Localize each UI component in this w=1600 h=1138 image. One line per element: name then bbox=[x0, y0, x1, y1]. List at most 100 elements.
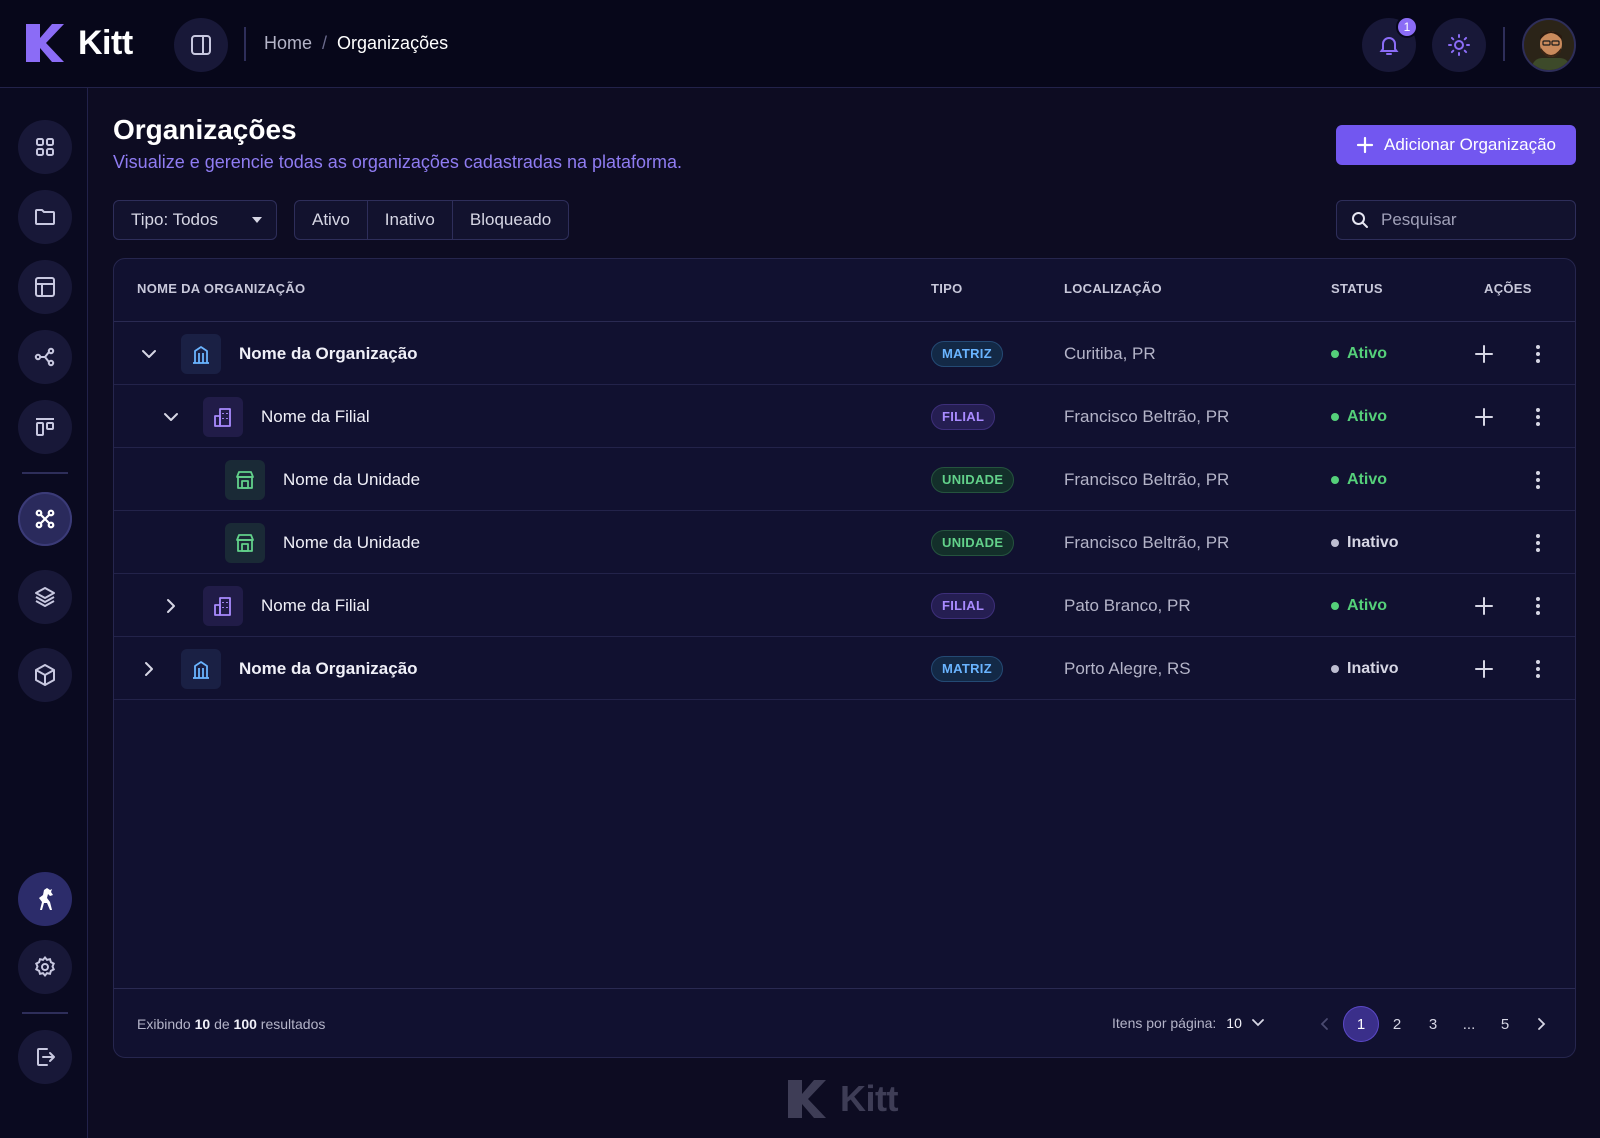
nav-integrations-button[interactable] bbox=[18, 330, 72, 384]
per-page-label: Itens por página: bbox=[1112, 1015, 1217, 1031]
chevron-down-icon bbox=[1251, 1019, 1264, 1027]
app-logo[interactable]: Kitt bbox=[24, 22, 133, 64]
collapse-chevron-icon[interactable] bbox=[159, 405, 183, 429]
nav-organizations-button[interactable] bbox=[18, 492, 72, 546]
more-vertical-icon bbox=[1536, 596, 1540, 615]
sidebar-divider bbox=[22, 472, 68, 474]
table-row[interactable]: Nome da Unidade UNIDADE Francisco Beltrã… bbox=[114, 511, 1575, 574]
page-button[interactable]: 3 bbox=[1415, 1006, 1451, 1042]
page-subtitle: Visualize e gerencie todas as organizaçõ… bbox=[113, 152, 683, 172]
header-name[interactable]: NOME DA ORGANIZAÇÃO bbox=[137, 281, 305, 296]
theme-toggle-button[interactable] bbox=[1432, 18, 1486, 72]
more-actions-button[interactable] bbox=[1524, 340, 1552, 368]
nav-products-button[interactable] bbox=[18, 648, 72, 702]
header-location[interactable]: LOCALIZAÇÃO bbox=[1064, 281, 1162, 296]
header-type[interactable]: TIPO bbox=[931, 281, 963, 296]
notifications-button[interactable]: 1 bbox=[1362, 16, 1418, 72]
nav-settings-button[interactable] bbox=[18, 940, 72, 994]
nav-tables-button[interactable] bbox=[18, 260, 72, 314]
more-actions-button[interactable] bbox=[1524, 466, 1552, 494]
notification-count-badge: 1 bbox=[1396, 16, 1418, 38]
horse-icon bbox=[39, 888, 53, 910]
more-vertical-icon bbox=[1536, 344, 1540, 363]
organization-name[interactable]: Nome da Unidade bbox=[283, 470, 420, 490]
sun-icon bbox=[1448, 34, 1470, 56]
sidebar-toggle-button[interactable] bbox=[174, 18, 228, 72]
bell-icon bbox=[1379, 37, 1399, 55]
type-badge: MATRIZ bbox=[931, 655, 1003, 682]
organization-name[interactable]: Nome da Filial bbox=[261, 596, 370, 616]
per-page-select[interactable]: Itens por página: 10 bbox=[1112, 1015, 1264, 1031]
kanban-icon bbox=[36, 418, 54, 436]
status-filter-ativo[interactable]: Ativo bbox=[295, 201, 368, 239]
page-button[interactable]: 2 bbox=[1379, 1006, 1415, 1042]
table-row[interactable]: Nome da Organização MATRIZ Porto Alegre,… bbox=[114, 637, 1575, 700]
page-button[interactable]: 1 bbox=[1343, 1006, 1379, 1042]
table-row[interactable]: Nome da Unidade UNIDADE Francisco Beltrã… bbox=[114, 448, 1575, 511]
page-title: Organizações bbox=[113, 114, 297, 145]
logout-button[interactable] bbox=[18, 1030, 72, 1084]
sidebar bbox=[0, 88, 88, 1138]
nav-boards-button[interactable] bbox=[18, 400, 72, 454]
add-organization-button[interactable]: Adicionar Organização bbox=[1336, 125, 1576, 165]
collapse-chevron-icon[interactable] bbox=[137, 342, 161, 366]
add-child-button[interactable] bbox=[1470, 340, 1498, 368]
type-filter-value: Tipo: Todos bbox=[131, 210, 218, 229]
organization-name[interactable]: Nome da Organização bbox=[239, 659, 418, 679]
type-badge: UNIDADE bbox=[931, 466, 1015, 493]
status-indicator: Inativo bbox=[1331, 660, 1399, 678]
search-icon bbox=[1352, 212, 1368, 228]
add-child-button[interactable] bbox=[1470, 592, 1498, 620]
location-text: Francisco Beltrão, PR bbox=[1064, 406, 1230, 426]
page-button[interactable]: 5 bbox=[1487, 1006, 1523, 1042]
footer-app-name: Kitt bbox=[840, 1078, 898, 1119]
nav-dashboard-button[interactable] bbox=[18, 120, 72, 174]
add-child-button[interactable] bbox=[1470, 655, 1498, 683]
footer-logo: Kitt bbox=[786, 1078, 898, 1120]
status-filter-bloqueado[interactable]: Bloqueado bbox=[453, 201, 568, 239]
breadcrumb-home[interactable]: Home bbox=[264, 33, 312, 54]
header-status[interactable]: STATUS bbox=[1331, 281, 1383, 296]
add-child-button[interactable] bbox=[1470, 403, 1498, 431]
more-vertical-icon bbox=[1536, 470, 1540, 489]
more-actions-button[interactable] bbox=[1524, 655, 1552, 683]
search-input[interactable] bbox=[1381, 210, 1551, 230]
table-footer: Exibindo 10 de 100 resultados Itens por … bbox=[114, 988, 1575, 1057]
location-text: Francisco Beltrão, PR bbox=[1064, 532, 1230, 552]
more-actions-button[interactable] bbox=[1524, 403, 1552, 431]
table-row[interactable]: Nome da Filial FILIAL Francisco Beltrão,… bbox=[114, 385, 1575, 448]
chevron-right-icon bbox=[1538, 1018, 1546, 1030]
plus-icon bbox=[1475, 659, 1493, 678]
organization-name[interactable]: Nome da Unidade bbox=[283, 533, 420, 553]
workspace-switcher-button[interactable] bbox=[18, 872, 72, 926]
layers-icon bbox=[35, 587, 55, 607]
kitt-logo-icon bbox=[26, 24, 64, 62]
more-actions-button[interactable] bbox=[1524, 592, 1552, 620]
more-actions-button[interactable] bbox=[1524, 529, 1552, 557]
top-bar: Kitt Home / Organizações 1 bbox=[0, 0, 1600, 88]
table-row[interactable]: Nome da Organização MATRIZ Curitiba, PR … bbox=[114, 322, 1575, 385]
next-page-button[interactable] bbox=[1523, 1006, 1559, 1042]
status-filter-group: Ativo Inativo Bloqueado bbox=[294, 200, 570, 240]
location-text: Curitiba, PR bbox=[1064, 343, 1156, 363]
status-indicator: Ativo bbox=[1331, 471, 1387, 489]
organization-name[interactable]: Nome da Filial bbox=[261, 407, 370, 427]
nav-files-button[interactable] bbox=[18, 190, 72, 244]
expand-chevron-icon[interactable] bbox=[159, 594, 183, 618]
user-avatar[interactable] bbox=[1522, 18, 1576, 72]
status-filter-inativo[interactable]: Inativo bbox=[368, 201, 453, 239]
building-icon bbox=[181, 333, 221, 374]
expand-chevron-icon[interactable] bbox=[137, 657, 161, 681]
status-indicator: Inativo bbox=[1331, 534, 1399, 552]
page-ellipsis: ... bbox=[1462, 1015, 1476, 1033]
gear-icon bbox=[35, 955, 55, 978]
nav-layers-button[interactable] bbox=[18, 570, 72, 624]
plus-icon bbox=[1356, 136, 1374, 154]
prev-page-button[interactable] bbox=[1307, 1006, 1343, 1042]
type-filter-select[interactable]: Tipo: Todos bbox=[113, 200, 277, 240]
organization-name[interactable]: Nome da Organização bbox=[239, 344, 418, 364]
sidebar-divider bbox=[22, 1012, 68, 1014]
status-indicator: Ativo bbox=[1331, 408, 1387, 426]
plus-icon bbox=[1475, 344, 1493, 363]
table-row[interactable]: Nome da Filial FILIAL Pato Branco, PR At… bbox=[114, 574, 1575, 637]
